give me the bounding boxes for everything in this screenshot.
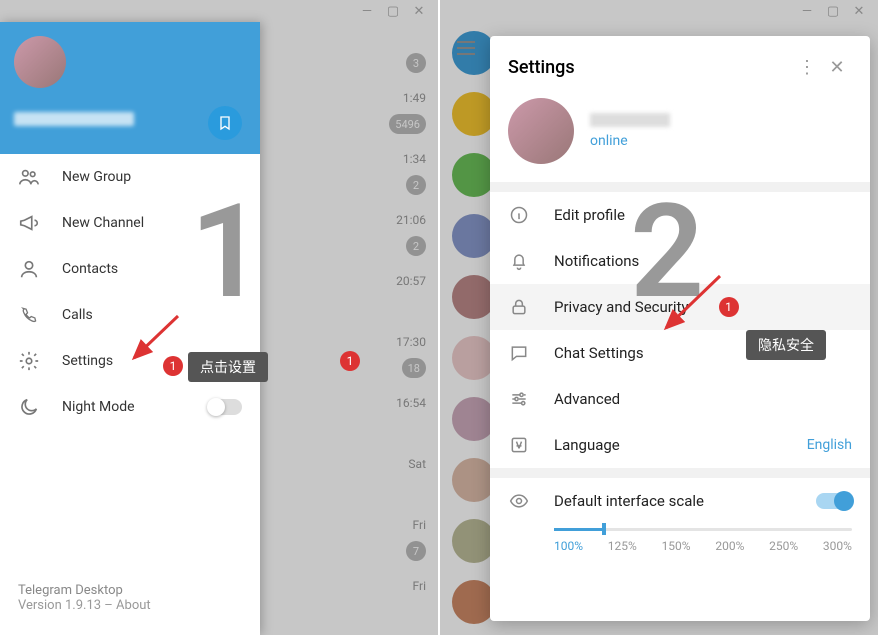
profile-status: online [590,133,670,149]
close-button[interactable]: ✕ [408,4,430,19]
scale-opt[interactable]: 100% [554,539,583,553]
phone-icon [18,304,40,326]
scale-slider[interactable] [554,528,852,531]
menu-label: Contacts [62,261,118,277]
language-icon [508,434,530,456]
scale-opt[interactable]: 125% [608,539,637,553]
menu-label: Calls [62,307,93,323]
item-label: Default interface scale [554,492,704,510]
account-name [14,112,134,126]
app-version[interactable]: Version 1.9.13 – About [18,598,242,613]
eye-icon [508,490,530,512]
avatar [508,98,574,164]
lock-icon [508,296,530,318]
callout-step1-dot: 1 [163,356,183,376]
separator [490,468,870,478]
settings-privacy[interactable]: Privacy and Security 1 [490,284,870,330]
drawer-footer: Telegram Desktop Version 1.9.13 – About [0,569,260,635]
item-label: Notifications [554,252,639,270]
more-button[interactable]: ⋮ [792,52,822,82]
avatar[interactable] [14,36,66,88]
item-label: Chat Settings [554,344,644,362]
maximize-button[interactable]: ▢ [822,4,844,19]
item-label: Language [554,436,620,454]
scale-slider-row: 100% 125% 150% 200% 250% 300% [490,524,870,567]
scale-labels: 100% 125% 150% 200% 250% 300% [554,539,852,553]
menu-contacts[interactable]: Contacts [0,246,260,292]
scale-opt[interactable]: 200% [715,539,744,553]
profile-name [590,113,670,127]
megaphone-icon [18,212,40,234]
menu-calls[interactable]: Calls [0,292,260,338]
minimize-button[interactable]: — [796,4,818,19]
menu-label: Settings [62,353,113,369]
close-panel-button[interactable]: ✕ [822,52,852,82]
saved-messages-button[interactable] [208,106,242,140]
chat-icon [508,342,530,364]
group-icon [18,166,40,188]
tooltip-settings: 点击设置 [188,352,268,382]
item-label: Advanced [554,390,620,408]
scale-opt[interactable]: 300% [823,539,852,553]
item-label: Privacy and Security [554,298,689,316]
minimize-button[interactable]: — [356,4,378,19]
settings-edit-profile[interactable]: Edit profile [490,192,870,238]
window-controls: — ▢ ✕ [796,0,870,22]
settings-advanced[interactable]: Advanced [490,376,870,422]
close-button[interactable]: ✕ [848,4,870,19]
menu-label: Night Mode [62,399,135,415]
callout-badge: 1 [340,351,360,371]
profile-row[interactable]: online [490,88,870,182]
separator [490,182,870,192]
tooltip-privacy: 隐私安全 [746,330,826,360]
scale-toggle[interactable] [816,493,852,509]
scale-opt[interactable]: 250% [769,539,798,553]
drawer-header [0,22,260,154]
info-icon [508,204,530,226]
language-value: English [807,437,852,453]
scale-opt[interactable]: 150% [662,539,691,553]
menu-label: New Channel [62,215,144,231]
menu-label: New Group [62,169,131,185]
menu-new-group[interactable]: New Group [0,154,260,200]
menu-new-channel[interactable]: New Channel [0,200,260,246]
moon-icon [18,396,40,418]
person-icon [18,258,40,280]
window-controls: — ▢ ✕ [356,0,430,22]
settings-panel: Settings ⋮ ✕ online Edit profile Notific… [490,36,870,621]
item-label: Edit profile [554,206,625,224]
gear-icon [18,350,40,372]
settings-scale[interactable]: Default interface scale [490,478,870,524]
callout-badge: 1 [719,297,739,317]
settings-notifications[interactable]: Notifications [490,238,870,284]
app-name: Telegram Desktop [18,583,242,598]
main-menu-drawer: New Group New Channel Contacts Calls Set… [0,22,260,635]
menu-night-mode[interactable]: Night Mode [0,384,260,430]
sliders-icon [508,388,530,410]
night-mode-toggle[interactable] [208,399,242,415]
settings-language[interactable]: Language English [490,422,870,468]
settings-title: Settings [508,57,792,78]
maximize-button[interactable]: ▢ [382,4,404,19]
bell-icon [508,250,530,272]
